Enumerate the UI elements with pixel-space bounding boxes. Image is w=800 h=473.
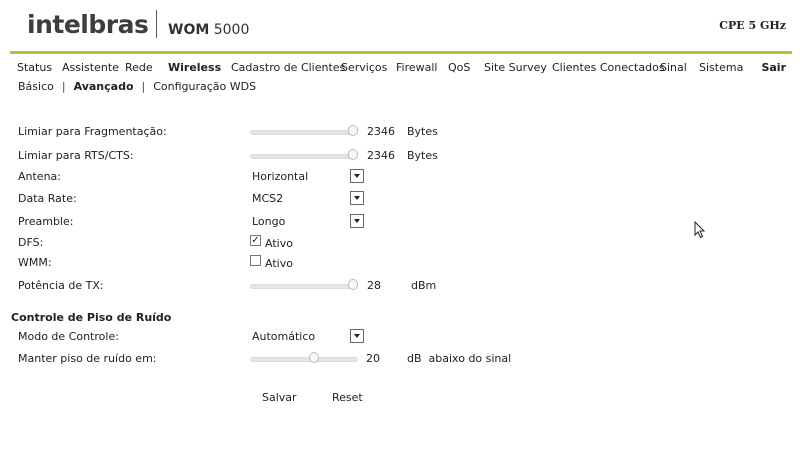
mouse-cursor-icon [694,221,706,239]
data-rate-label: Data Rate: [18,192,77,205]
logout-link[interactable]: Sair [761,61,786,74]
tx-power-slider-thumb[interactable] [348,279,358,290]
data-rate-selected-value: MCS2 [252,192,284,205]
rts-slider-thumb[interactable] [348,149,358,160]
submenu-avancado[interactable]: Avançado [74,80,134,93]
chevron-down-icon[interactable] [350,329,364,343]
data-rate-select[interactable]: MCS2 [250,190,364,206]
menu-assistente[interactable]: Assistente [62,61,119,74]
row-antenna: Antena: Horizontal [0,167,800,187]
menu-rede[interactable]: Rede [125,61,153,74]
menu-qos[interactable]: QoS [448,61,470,74]
noise-floor-slider-thumb[interactable] [309,352,319,363]
row-data-rate: Data Rate: MCS2 [0,189,800,209]
submenu-separator: | [141,80,146,93]
control-mode-select[interactable]: Automático [250,328,364,344]
menu-clientes-conectados[interactable]: Clientes Conectados [552,61,665,74]
tx-power-label: Potência de TX: [18,279,104,292]
submenu-separator: | [61,80,66,93]
intelbras-logo: intelbras [27,10,149,39]
dfs-option-label: Ativo [265,237,293,250]
menu-site-survey[interactable]: Site Survey [484,61,547,74]
wmm-checkbox[interactable] [250,255,261,266]
band-label: CPE 5 GHz [719,19,786,32]
submenu-configuracao-wds[interactable]: Configuração WDS [153,80,256,93]
fragmentation-value: 2346 [367,125,395,138]
menu-firewall[interactable]: Firewall [396,61,437,74]
rts-value: 2346 [367,149,395,162]
tx-power-unit: dBm [411,279,437,292]
row-preamble: Preamble: Longo [0,212,800,232]
noise-floor-value: 20 [366,352,380,365]
noise-floor-slider-track[interactable] [250,357,358,362]
antenna-select[interactable]: Horizontal [250,168,364,184]
model-number: 5000 [209,22,250,38]
row-rts: Limiar para RTS/CTS: 2346 Bytes [0,146,800,166]
dfs-label: DFS: [18,236,44,249]
preamble-selected-value: Longo [252,215,286,228]
row-control-mode: Modo de Controle: Automático [0,327,800,347]
fragmentation-label: Limiar para Fragmentação: [18,125,167,138]
rts-label: Limiar para RTS/CTS: [18,149,134,162]
menu-status[interactable]: Status [17,61,52,74]
submenu-basico[interactable]: Básico [18,80,54,93]
tx-power-value: 28 [367,279,381,292]
row-dfs: DFS: ✓ Ativo [0,233,800,253]
wmm-label: WMM: [18,256,52,269]
main-menu: Status Assistente Rede Wireless Cadastro… [0,61,800,77]
row-wmm: WMM: Ativo [0,253,800,273]
chevron-down-icon[interactable] [350,214,364,228]
fragmentation-unit: Bytes [407,125,438,138]
reset-button[interactable]: Reset [332,391,363,404]
noise-floor-unit: dB abaixo do sinal [407,352,512,365]
row-noise-floor: Manter piso de ruído em: 20 dB abaixo do… [0,349,800,369]
fragmentation-slider-thumb[interactable] [348,125,358,136]
header-divider [10,51,792,54]
save-button[interactable]: Salvar [262,391,297,404]
logo-separator [156,10,157,38]
chevron-down-icon[interactable] [350,191,364,205]
wmm-option-label: Ativo [265,257,293,270]
menu-servicos[interactable]: Serviços [341,61,387,74]
noise-section-title: Controle de Piso de Ruído [11,311,172,324]
row-fragmentation: Limiar para Fragmentação: 2346 Bytes [0,122,800,142]
antenna-selected-value: Horizontal [252,170,309,183]
row-tx-power: Potência de TX: 28 dBm [0,276,800,296]
device-model: WOM 5000 [168,22,249,38]
menu-cadastro-clientes[interactable]: Cadastro de Clientes [231,61,345,74]
preamble-label: Preamble: [18,215,74,228]
tx-power-slider-track[interactable] [250,284,356,289]
chevron-down-icon[interactable] [350,169,364,183]
menu-sinal[interactable]: Sinal [660,61,687,74]
control-mode-selected-value: Automático [252,330,316,343]
fragmentation-slider-track[interactable] [250,130,356,135]
preamble-select[interactable]: Longo [250,213,364,229]
rts-unit: Bytes [407,149,438,162]
dfs-checkbox[interactable]: ✓ [250,235,261,246]
menu-wireless[interactable]: Wireless [168,61,221,74]
antenna-label: Antena: [18,170,61,183]
rts-slider-track[interactable] [250,154,356,159]
submenu: Básico | Avançado | Configuração WDS [18,80,256,93]
control-mode-label: Modo de Controle: [18,330,119,343]
menu-sistema[interactable]: Sistema [699,61,743,74]
model-name: WOM [168,22,210,38]
header: intelbras WOM 5000 CPE 5 GHz [0,0,800,52]
noise-floor-label: Manter piso de ruído em: [18,352,157,365]
